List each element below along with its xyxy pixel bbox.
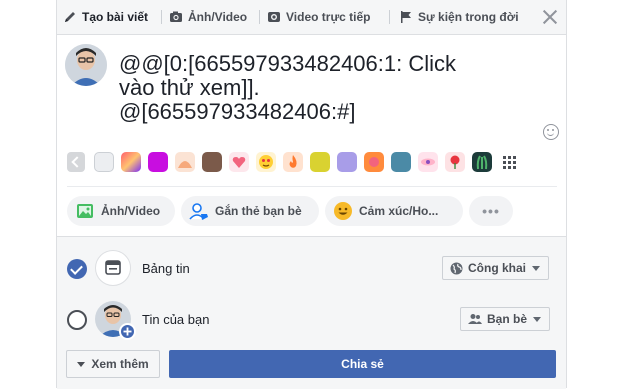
add-story-icon[interactable] (119, 323, 136, 340)
close-icon[interactable] (542, 9, 558, 25)
tab-photo-video[interactable]: Ảnh/Video (169, 0, 247, 34)
more-icon: ••• (482, 203, 500, 219)
friends-icon (468, 313, 482, 325)
swatch-yellow[interactable] (310, 152, 330, 172)
flag-icon (399, 10, 413, 24)
your-story-privacy-dropdown[interactable]: Bạn bè (460, 307, 551, 331)
tab-divider (259, 10, 260, 24)
swatch-gradient-1[interactable] (121, 152, 141, 172)
swatch-purple[interactable] (148, 152, 168, 172)
share-label: Chia sẻ (341, 357, 384, 371)
emoji-icon[interactable] (543, 124, 559, 140)
chevron-down-icon (533, 316, 542, 322)
swatch-dark-plant[interactable] (472, 152, 492, 172)
chevron-down-icon (532, 265, 541, 271)
swatch-lavender[interactable] (337, 152, 357, 172)
see-more-button[interactable]: Xem thêm (66, 350, 160, 378)
see-more-label: Xem thêm (91, 357, 149, 371)
feeling-activity-button[interactable]: Cảm xúc/Ho... (325, 196, 463, 226)
swatch-prev-button[interactable] (67, 152, 85, 172)
swatch-teal[interactable] (391, 152, 411, 172)
tab-live-video[interactable]: Video trực tiếp (267, 0, 371, 34)
more-backgrounds-icon[interactable] (499, 152, 519, 172)
globe-icon (450, 262, 463, 275)
news-feed-checkbox[interactable] (67, 259, 87, 279)
swatch-rose[interactable] (445, 152, 465, 172)
chevron-down-icon (77, 361, 86, 367)
action-label: Cảm xúc/Ho... (359, 204, 439, 218)
photo-video-button[interactable]: Ảnh/Video (67, 196, 175, 226)
pencil-icon (63, 10, 77, 24)
divider (67, 186, 557, 187)
swatch-heart[interactable] (229, 152, 249, 172)
tab-label: Video trực tiếp (286, 10, 371, 24)
more-actions-button[interactable]: ••• (469, 196, 513, 226)
avatar (65, 44, 107, 86)
swatch-emoji-brown[interactable] (202, 152, 222, 172)
share-button[interactable]: Chia sẻ (169, 350, 556, 378)
tab-life-event[interactable]: Sự kiện trong đời (399, 0, 519, 34)
swatch-plain[interactable] (94, 152, 114, 172)
photo-icon (75, 201, 95, 221)
tab-create-post[interactable]: Tạo bài viết (63, 0, 148, 34)
swatch-shell[interactable] (175, 152, 195, 172)
privacy-label: Công khai (468, 261, 527, 275)
tab-divider (389, 10, 390, 24)
live-video-icon (267, 10, 281, 24)
tab-label: Sự kiện trong đời (418, 10, 519, 24)
action-label: Gắn thẻ bạn bè (215, 204, 302, 218)
news-feed-icon (95, 250, 131, 286)
news-feed-label: Bảng tin (142, 261, 190, 276)
tag-friends-icon (189, 201, 209, 221)
composer-tabs: Tạo bài viết Ảnh/Video Video trực tiếp S… (57, 0, 566, 35)
tab-divider (161, 10, 162, 24)
swatch-orange[interactable] (364, 152, 384, 172)
camera-icon (169, 10, 183, 24)
tab-label: Ảnh/Video (188, 10, 248, 24)
action-label: Ảnh/Video (101, 204, 161, 218)
news-feed-privacy-dropdown[interactable]: Công khai (442, 256, 550, 280)
your-story-label: Tin của bạn (142, 312, 210, 327)
swatch-eye[interactable] (418, 152, 438, 172)
swatch-fire[interactable] (283, 152, 303, 172)
post-text-input[interactable]: @@[0:[665597933482406:1: Click vào thử x… (119, 52, 519, 124)
tag-friends-button[interactable]: Gắn thẻ bạn bè (181, 196, 319, 226)
feeling-icon (333, 201, 353, 221)
swatch-heart-eyes[interactable] (256, 152, 276, 172)
your-story-checkbox[interactable] (67, 310, 87, 330)
create-post-dialog: Tạo bài viết Ảnh/Video Video trực tiếp S… (56, 0, 567, 389)
tab-label: Tạo bài viết (82, 10, 149, 24)
privacy-label: Bạn bè (487, 312, 528, 326)
